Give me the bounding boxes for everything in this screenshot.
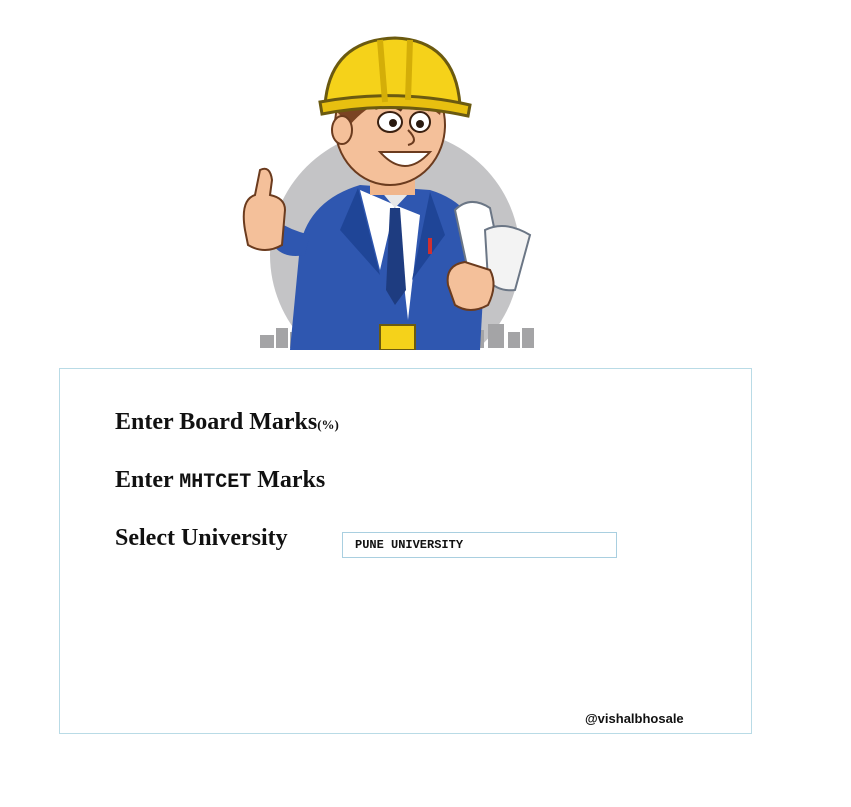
marks-form-panel: Enter Board Marks(%) Enter MHTCET Marks … <box>59 368 752 734</box>
board-marks-label: Enter Board Marks(%) <box>115 409 339 436</box>
author-credit: @vishalbhosale <box>585 711 684 726</box>
university-select[interactable]: PUNE UNIVERSITY <box>342 532 617 558</box>
mhtcet-prefix: Enter <box>115 467 174 493</box>
mhtcet-suffix: Marks <box>257 467 326 493</box>
select-university-label: Select University <box>115 525 288 551</box>
engineer-illustration <box>230 30 560 350</box>
mhtcet-exam-name: MHTCET <box>179 471 252 494</box>
board-marks-text: Enter Board Marks <box>115 409 318 435</box>
board-marks-percent: (%) <box>317 417 339 432</box>
mhtcet-marks-label: Enter MHTCET Marks <box>115 467 325 494</box>
